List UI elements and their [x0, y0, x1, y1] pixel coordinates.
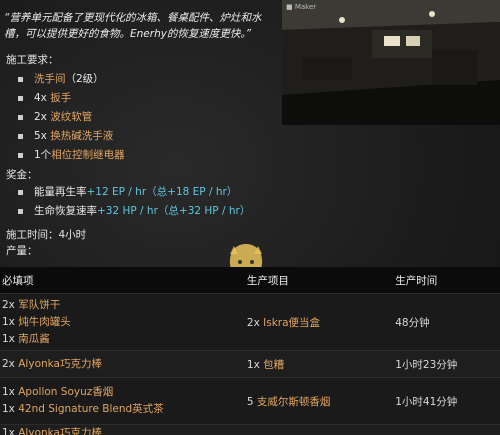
item-link[interactable]: 42nd Signature Blend英式茶: [18, 403, 163, 415]
product-cell: [244, 424, 394, 435]
bonus-item: 生命恢复速率+32 HP / hr（总+32 HP / hr）: [16, 202, 250, 221]
requirement-link[interactable]: 换热碱洗手液: [50, 130, 113, 142]
nutrition-unit-screenshot: ■ Maker: [282, 0, 500, 125]
screenshot-label: ■ Maker: [286, 3, 317, 11]
item-link[interactable]: Apollon Soyuz香烟: [18, 386, 113, 398]
requirements-list: 洗手间（2级） 4x 扳手 2x 波纹软管 5x 换热碱洗手液 1个相位控制继电…: [16, 70, 125, 165]
item-link[interactable]: 南瓜酱: [18, 333, 50, 345]
product-cell: 1x 包糟: [244, 350, 394, 378]
bonus-item: 能量再生率+12 EP / hr（总+18 EP / hr）: [16, 183, 250, 202]
page: “营养单元配备了更现代化的冰箱、餐桌配件、炉灶和水槽，可以提供更好的食物。Ene…: [0, 0, 500, 435]
item-link[interactable]: 支威尔斯顿香烟: [257, 396, 331, 408]
requirement-item: 洗手间（2级）: [16, 70, 125, 89]
product-cell: 5 支威尔斯顿香烟: [244, 377, 394, 425]
room-image: [282, 0, 500, 125]
item-quote: “营养单元配备了更现代化的冰箱、餐桌配件、炉灶和水槽，可以提供更好的食物。Ene…: [4, 12, 262, 40]
bonus-list: 能量再生率+12 EP / hr（总+18 EP / hr） 生命恢复速率+32…: [16, 183, 250, 221]
requirement-item: 4x 扳手: [16, 89, 125, 108]
requirement-link[interactable]: 波纹软管: [50, 111, 92, 123]
time-cell: 1小时23分钟: [393, 350, 500, 378]
header-required: 必填项: [0, 267, 245, 294]
required-cell: 2x 军队饼干 1x 炖牛肉罐头 1x 南瓜酱: [0, 293, 245, 351]
requirement-item: 1个相位控制继电器: [16, 146, 125, 165]
output-title: 产量：: [6, 245, 38, 257]
item-link[interactable]: 军队饼干: [18, 299, 60, 311]
item-link[interactable]: Iskra便当盒: [263, 317, 320, 329]
required-cell: 2x Alyonka巧克力棒: [0, 350, 245, 378]
item-link[interactable]: Alyonka巧克力棒: [18, 427, 102, 435]
table-row: 1x Apollon Soyuz香烟 1x 42nd Signature Ble…: [0, 377, 500, 425]
requirement-link[interactable]: 扳手: [50, 92, 71, 104]
required-cell: 1x Alyonka巧克力棒: [0, 424, 245, 435]
table-row: 2x Alyonka巧克力棒 1x 包糟 1小时23分钟: [0, 350, 500, 378]
build-time: 施工时间：4小时: [6, 229, 87, 241]
header-time: 生产时间: [393, 267, 500, 294]
item-link[interactable]: 包糟: [263, 359, 284, 371]
required-cell: 1x Apollon Soyuz香烟 1x 42nd Signature Ble…: [0, 377, 245, 425]
bonus-title: 奖金：: [6, 169, 38, 181]
time-cell: 1小时41分钟: [393, 377, 500, 425]
table-row: 1x Alyonka巧克力棒: [0, 424, 500, 435]
requirements-title: 施工要求：: [6, 54, 59, 66]
production-table: 必填项 生产项目 生产时间 2x 军队饼干 1x 炖牛肉罐头 1x 南瓜酱 2x…: [0, 267, 500, 435]
time-cell: 48分钟: [393, 293, 500, 351]
requirement-item: 5x 换热碱洗手液: [16, 127, 125, 146]
item-link[interactable]: 炖牛肉罐头: [18, 316, 71, 328]
table-header-row: 必填项 生产项目 生产时间: [0, 267, 500, 294]
requirement-link[interactable]: 洗手间: [34, 73, 66, 85]
requirement-link[interactable]: 相位控制继电器: [51, 149, 125, 161]
header-product: 生产项目: [244, 267, 394, 294]
requirement-item: 2x 波纹软管: [16, 108, 125, 127]
product-cell: 2x Iskra便当盒: [244, 293, 394, 351]
item-link[interactable]: Alyonka巧克力棒: [18, 358, 102, 370]
table-row: 2x 军队饼干 1x 炖牛肉罐头 1x 南瓜酱 2x Iskra便当盒 48分钟: [0, 293, 500, 351]
time-cell: [393, 424, 500, 435]
